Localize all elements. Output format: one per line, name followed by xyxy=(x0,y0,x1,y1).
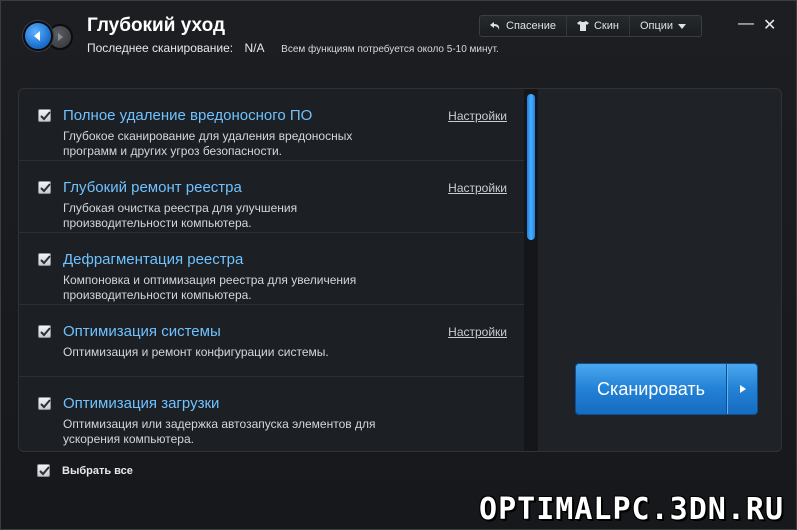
item-checkbox[interactable] xyxy=(38,325,51,338)
site-watermark: OPTIMALPC.3DN.RU xyxy=(479,492,784,527)
item-description: Компоновка и оптимизация реестра для уве… xyxy=(63,273,357,302)
item-checkbox[interactable] xyxy=(38,397,51,410)
checkmark-icon xyxy=(40,255,51,265)
skin-button[interactable]: Скин xyxy=(565,16,629,36)
options-menu[interactable]: Опции xyxy=(628,16,696,36)
page-title: Глубокий уход xyxy=(87,15,226,36)
last-scan-label: Последнее сканирование: xyxy=(87,41,234,55)
arrow-left-icon xyxy=(34,31,40,41)
select-all[interactable]: Выбрать все xyxy=(37,464,133,477)
settings-link[interactable]: Настройки xyxy=(448,181,507,195)
header: Глубокий уход Последнее сканирование: N/… xyxy=(1,1,796,81)
list-item: Оптимизация системы Настройки Оптимизаци… xyxy=(19,305,524,377)
item-checkbox[interactable] xyxy=(38,181,51,194)
rescue-label: Спасение xyxy=(506,20,556,32)
app-window: Глубокий уход Последнее сканирование: N/… xyxy=(0,0,797,530)
item-title[interactable]: Глубокий ремонт реестра xyxy=(63,179,242,196)
item-checkbox[interactable] xyxy=(38,109,51,122)
settings-link[interactable]: Настройки xyxy=(448,109,507,123)
item-description: Оптимизация и ремонт конфигурации систем… xyxy=(63,345,329,359)
time-note: Всем функциям потребуется около 5-10 мин… xyxy=(281,44,499,55)
checkmark-icon xyxy=(40,183,51,193)
skin-label: Скин xyxy=(593,20,619,32)
scan-options-button[interactable] xyxy=(727,364,757,414)
arrow-right-icon xyxy=(739,385,746,393)
top-toolbar: Спасение Скин Опции xyxy=(479,15,702,37)
item-title[interactable]: Оптимизация загрузки xyxy=(63,395,219,412)
settings-link[interactable]: Настройки xyxy=(448,325,507,339)
select-all-checkbox[interactable] xyxy=(37,464,50,477)
arrow-right-icon xyxy=(58,33,63,41)
checkmark-icon xyxy=(40,399,51,409)
scan-button-label[interactable]: Сканировать xyxy=(576,364,727,414)
item-description: Глубокое сканирование для удаления вредо… xyxy=(63,129,353,158)
checkmark-icon xyxy=(40,327,51,337)
item-description: Глубокая очистка реестра для улучшения п… xyxy=(63,201,298,230)
close-button[interactable]: ✕ xyxy=(763,15,776,35)
cleanup-list: Полное удаление вредоносного ПО Настройк… xyxy=(19,89,524,451)
scrollbar-thumb[interactable] xyxy=(527,94,535,240)
checkmark-icon xyxy=(40,111,51,121)
scan-button[interactable]: Сканировать xyxy=(575,363,758,415)
item-title[interactable]: Дефрагментация реестра xyxy=(63,251,243,268)
options-label: Опции xyxy=(639,20,674,32)
last-scan-value: N/A xyxy=(244,41,264,55)
list-scrollbar[interactable] xyxy=(524,89,538,451)
item-checkbox[interactable] xyxy=(38,253,51,266)
last-scan-line: Последнее сканирование: N/A Всем функция… xyxy=(87,41,499,55)
chevron-down-icon xyxy=(678,23,687,29)
item-title[interactable]: Полное удаление вредоносного ПО xyxy=(63,107,312,124)
back-button[interactable] xyxy=(23,21,53,51)
shirt-icon xyxy=(576,21,589,31)
list-item: Дефрагментация реестра Компоновка и опти… xyxy=(19,233,524,305)
undo-icon xyxy=(490,22,500,30)
item-description: Оптимизация или задержка автозапуска эле… xyxy=(63,417,376,446)
minimize-button[interactable]: — xyxy=(738,15,754,33)
list-item: Глубокий ремонт реестра Настройки Глубок… xyxy=(19,161,524,233)
list-item: Оптимизация загрузки Оптимизация или зад… xyxy=(19,377,524,449)
rescue-button[interactable]: Спасение xyxy=(480,16,566,36)
select-all-label: Выбрать все xyxy=(62,464,133,477)
list-item: Полное удаление вредоносного ПО Настройк… xyxy=(19,89,524,161)
item-title[interactable]: Оптимизация системы xyxy=(63,323,221,340)
checkmark-icon xyxy=(39,466,50,476)
